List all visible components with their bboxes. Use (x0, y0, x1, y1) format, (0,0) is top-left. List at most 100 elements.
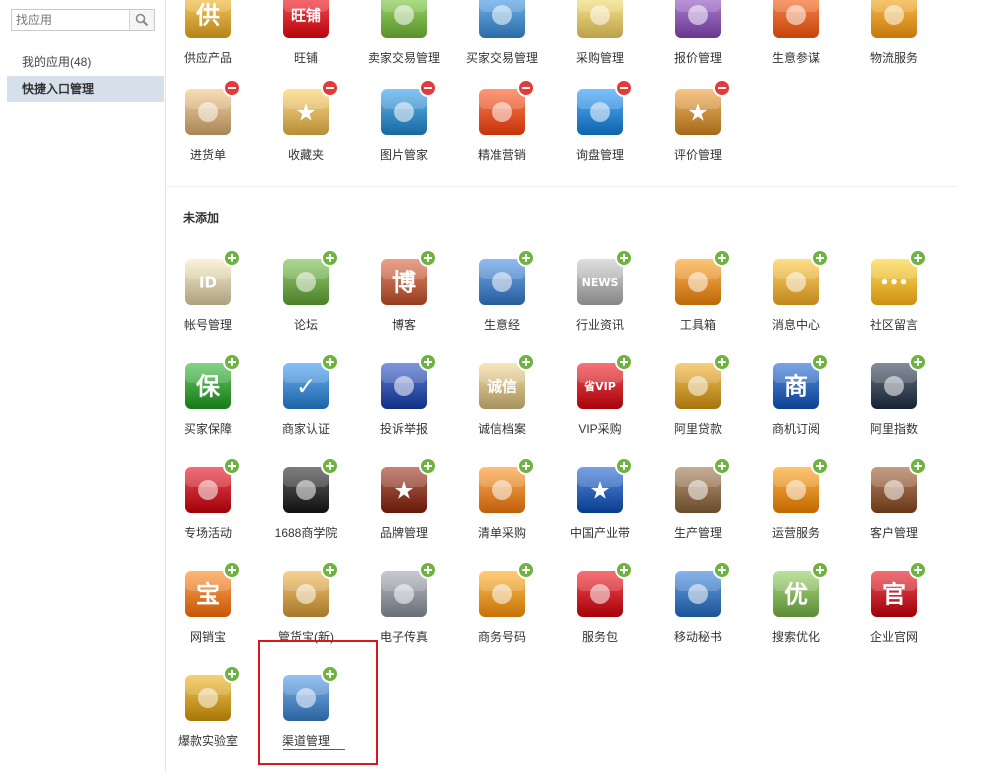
app-tile[interactable]: 询盘管理 (557, 79, 655, 188)
remove-badge-icon[interactable] (517, 79, 535, 97)
add-badge-icon[interactable] (419, 249, 437, 267)
add-badge-icon[interactable] (615, 353, 633, 371)
app-label: 供应产品 (183, 51, 232, 65)
app-tile[interactable]: 旺铺 旺铺 (263, 0, 361, 91)
add-badge-icon[interactable] (419, 457, 437, 475)
app-tile[interactable]: ★ 中国产业带 (557, 457, 655, 566)
app-tile[interactable]: 论坛 (263, 249, 361, 358)
app-tile[interactable]: 专场活动 (165, 457, 263, 566)
app-tile[interactable]: 1688商学院 (263, 457, 361, 566)
compass-icon (772, 0, 820, 39)
remove-badge-icon[interactable] (615, 79, 633, 97)
app-tile[interactable]: 生意经 (459, 249, 557, 358)
app-tile[interactable]: 客户管理 (851, 457, 949, 566)
add-badge-icon[interactable] (321, 561, 339, 579)
app-label: 品牌管理 (379, 526, 428, 540)
app-tile[interactable]: 物流服务 (851, 0, 949, 91)
search-input[interactable] (12, 10, 138, 30)
add-badge-icon[interactable] (321, 457, 339, 475)
app-tile[interactable]: 爆款实验室 (165, 665, 263, 774)
add-badge-icon[interactable] (517, 249, 535, 267)
add-badge-icon[interactable] (909, 353, 927, 371)
add-badge-icon[interactable] (517, 457, 535, 475)
remove-badge-icon[interactable] (321, 79, 339, 97)
app-tile[interactable]: 省VIP VIP采购 (557, 353, 655, 462)
app-tile[interactable]: 供供应产品 (165, 0, 263, 91)
add-badge-icon[interactable] (223, 249, 241, 267)
app-tile[interactable]: 精准营销 (459, 79, 557, 188)
app-tile[interactable]: 保买家保障 (165, 353, 263, 462)
app-tile[interactable]: 采购管理 (557, 0, 655, 91)
add-badge-icon[interactable] (517, 353, 535, 371)
app-tile[interactable]: 阿里贷款 (655, 353, 753, 462)
add-badge-icon[interactable] (223, 561, 241, 579)
sidebar-item-my-apps[interactable]: 我的应用(48) (7, 49, 164, 75)
app-tile[interactable]: ★ 收藏夹 (263, 79, 361, 188)
remove-badge-icon[interactable] (223, 79, 241, 97)
app-tile[interactable]: 博博客 (361, 249, 459, 358)
app-tile[interactable]: 诚信 诚信档案 (459, 353, 557, 462)
app-tile[interactable]: 报价管理 (655, 0, 753, 91)
add-badge-icon[interactable] (615, 561, 633, 579)
app-tile[interactable]: 阿里指数 (851, 353, 949, 462)
app-tile[interactable]: 商商机订阅 (753, 353, 851, 462)
supply-products-icon: 供 (184, 0, 232, 39)
add-badge-icon[interactable] (321, 353, 339, 371)
svg-text:官: 官 (882, 581, 906, 609)
app-label: 阿里指数 (869, 422, 918, 436)
app-tile[interactable]: ★ 品牌管理 (361, 457, 459, 566)
app-tile[interactable]: 工具箱 (655, 249, 753, 358)
app-tile[interactable]: 服务包 (557, 561, 655, 670)
app-label: 网销宝 (189, 630, 226, 644)
sidebar-item-shortcut-management[interactable]: 快捷入口管理 (7, 76, 164, 102)
app-tile[interactable]: 移动秘书 (655, 561, 753, 670)
app-tile[interactable]: NEWS 行业资讯 (557, 249, 655, 358)
add-badge-icon[interactable] (223, 665, 241, 683)
add-badge-icon[interactable] (517, 561, 535, 579)
app-tile[interactable]: 宝网销宝 (165, 561, 263, 670)
add-badge-icon[interactable] (321, 249, 339, 267)
app-tile[interactable]: 商务号码 (459, 561, 557, 670)
app-tile[interactable]: 生产管理 (655, 457, 753, 566)
add-badge-icon[interactable] (615, 457, 633, 475)
chat-bubble-icon: ••• (870, 258, 918, 306)
app-tile[interactable]: ✓ 商家认证 (263, 353, 361, 462)
app-tile[interactable]: 买家交易管理 (459, 0, 557, 91)
add-badge-icon[interactable] (811, 249, 829, 267)
remove-badge-icon[interactable] (713, 79, 731, 97)
svg-text:省VIP: 省VIP (583, 379, 616, 393)
add-badge-icon[interactable] (713, 353, 731, 371)
add-badge-icon[interactable] (909, 249, 927, 267)
app-tile[interactable]: 图片管家 (361, 79, 459, 188)
vip-card-icon: 省VIP (576, 362, 624, 410)
add-badge-icon[interactable] (811, 353, 829, 371)
add-badge-icon[interactable] (811, 457, 829, 475)
add-badge-icon[interactable] (909, 457, 927, 475)
app-tile[interactable]: 进货单 (165, 79, 263, 188)
add-badge-icon[interactable] (713, 457, 731, 475)
app-tile[interactable]: ID 帐号管理 (165, 249, 263, 358)
app-tile[interactable]: 清单采购 (459, 457, 557, 566)
app-tile[interactable]: 消息中心 (753, 249, 851, 358)
app-tile[interactable]: 运营服务 (753, 457, 851, 566)
add-badge-icon[interactable] (909, 561, 927, 579)
add-badge-icon[interactable] (811, 561, 829, 579)
app-tile[interactable]: 生意参谋 (753, 0, 851, 91)
app-tile[interactable]: 投诉举报 (361, 353, 459, 462)
add-badge-icon[interactable] (419, 353, 437, 371)
app-tile[interactable]: ★ 评价管理 (655, 79, 753, 188)
app-tile[interactable]: 优搜索优化 (753, 561, 851, 670)
app-tile[interactable]: ••• 社区留言 (851, 249, 949, 358)
add-badge-icon[interactable] (713, 561, 731, 579)
add-badge-icon[interactable] (419, 561, 437, 579)
search-button[interactable] (129, 10, 154, 30)
app-tile[interactable]: 官企业官网 (851, 561, 949, 670)
app-tile[interactable]: 卖家交易管理 (361, 0, 459, 91)
add-badge-icon[interactable] (223, 457, 241, 475)
add-badge-icon[interactable] (223, 353, 241, 371)
remove-badge-icon[interactable] (419, 79, 437, 97)
app-label: 清单采购 (477, 526, 526, 540)
add-badge-icon[interactable] (615, 249, 633, 267)
app-label: 商家认证 (281, 422, 330, 436)
add-badge-icon[interactable] (713, 249, 731, 267)
